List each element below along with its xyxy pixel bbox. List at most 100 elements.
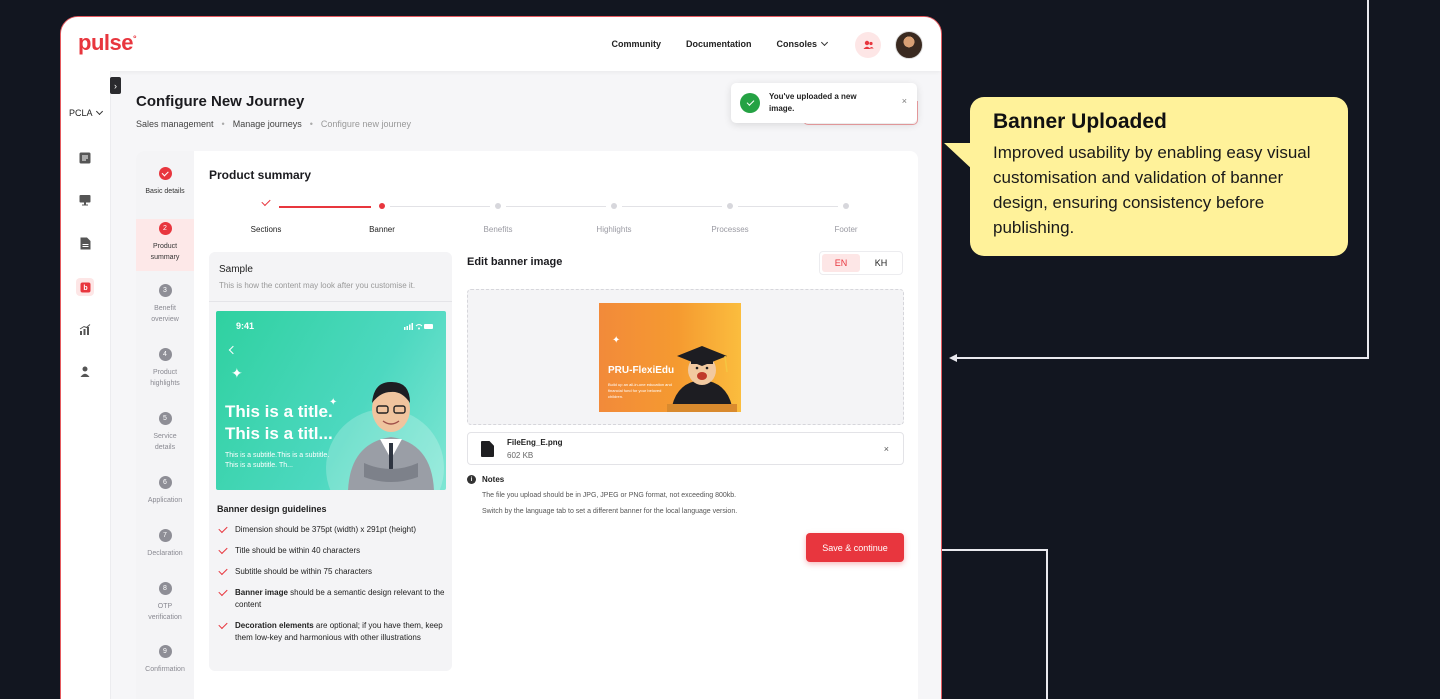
stepper-dot: [843, 203, 849, 209]
sample-title: Sample: [219, 264, 253, 275]
rail-collapse-toggle[interactable]: ›: [110, 77, 121, 94]
breadcrumb-separator: •: [221, 119, 225, 129]
note-line: The file you upload should be in JPG, JP…: [482, 492, 737, 499]
guidelines-title: Banner design guidelines: [217, 504, 327, 514]
step-item[interactable]: 3 Benefit overview: [136, 284, 194, 325]
banner-brand-text: PRU-FlexiEdu: [608, 365, 675, 376]
breadcrumb-current: Configure new journey: [320, 119, 411, 129]
guideline-item: Subtitle should be within 75 characters: [217, 566, 445, 578]
step-item[interactable]: 8 OTP verification: [136, 582, 194, 623]
step-number: 3: [158, 284, 172, 297]
pulse-logo[interactable]: pulse°: [78, 30, 137, 56]
monitor-icon[interactable]: [78, 193, 92, 207]
blog-icon[interactable]: b: [76, 278, 94, 296]
breadcrumb: Sales management • Manage journeys • Con…: [136, 119, 411, 129]
language-tabs: EN KH: [819, 251, 903, 275]
file-name: FileEng_E.png: [507, 438, 563, 447]
guideline-text: Subtitle should be within 75 characters: [235, 567, 372, 576]
substep-benefits[interactable]: Benefits: [458, 225, 538, 234]
upload-toast: You've uploaded a new image. ×: [731, 83, 917, 123]
org-selector[interactable]: PCLA: [69, 107, 103, 118]
remove-file-button[interactable]: ×: [884, 444, 889, 454]
check-icon: [261, 196, 271, 207]
editor-title: Edit banner image: [467, 256, 563, 268]
step-label: Benefit overview: [151, 305, 179, 323]
users-icon: [863, 40, 874, 49]
breadcrumb-item[interactable]: Manage journeys: [233, 119, 302, 129]
avatar[interactable]: [895, 31, 923, 59]
stepper-line-done: [279, 206, 371, 208]
divider: [209, 301, 452, 302]
step-item[interactable]: 4 Product highlights: [136, 348, 194, 389]
stepper-line: [738, 206, 838, 207]
phone-time: 9:41: [236, 321, 255, 331]
vertical-stepper: Basic details 2 Product summary 3 Benefit ov…: [136, 151, 194, 699]
step-number: 2: [158, 222, 172, 235]
guideline-emphasis: Banner image: [235, 588, 288, 597]
list-icon[interactable]: [78, 151, 92, 165]
substep-footer[interactable]: Footer: [806, 225, 886, 234]
user-group-button[interactable]: [855, 32, 881, 58]
banner-dropzone[interactable]: ✦ PRU-FlexiEdu Build up an all-in-one ed…: [467, 289, 904, 425]
tab-en[interactable]: EN: [822, 254, 860, 272]
info-icon: i: [467, 475, 476, 484]
section-title: Product summary: [209, 168, 312, 182]
step-item[interactable]: 7 Declaration: [136, 529, 194, 559]
step-item[interactable]: 6 Application: [136, 476, 194, 506]
app-window: pulse° Community Documentation Consoles …: [60, 16, 942, 699]
step-item[interactable]: 5 Service details: [136, 412, 194, 453]
breadcrumb-item[interactable]: Sales management: [136, 119, 214, 129]
nav-documentation[interactable]: Documentation: [686, 39, 752, 49]
sparkle-icon: ✦: [231, 365, 243, 381]
phone-banner-title: This is a title. This is a titl...: [225, 402, 333, 443]
connector-arrowhead: [949, 354, 957, 362]
substep-sections[interactable]: Sections: [226, 225, 306, 234]
banner-copy-text: Build up an all-in-one education and fin…: [608, 382, 672, 399]
step-label: Confirmation: [145, 666, 185, 673]
signal-icon: [404, 323, 433, 330]
guideline-emphasis: Decoration elements: [235, 621, 314, 630]
step-number: 7: [158, 529, 172, 542]
person-icon[interactable]: [78, 364, 92, 378]
left-rail: PCLA b: [61, 71, 111, 699]
banner-image-preview: ✦ PRU-FlexiEdu Build up an all-in-one ed…: [599, 303, 741, 412]
substep-processes[interactable]: Processes: [690, 225, 770, 234]
step-label: Service details: [153, 433, 177, 451]
save-continue-button[interactable]: Save & continue: [806, 533, 904, 562]
toast-message: You've uploaded a new image.: [769, 92, 857, 113]
stepper-line: [390, 206, 490, 207]
stepper-dot: [495, 203, 501, 209]
top-bar: pulse° Community Documentation Consoles: [61, 17, 941, 71]
step-item[interactable]: 2 Product summary: [136, 219, 194, 271]
chevron-down-icon: [820, 38, 829, 47]
file-size: 602 KB: [507, 451, 534, 460]
document-icon[interactable]: [78, 236, 92, 250]
step-number: 6: [158, 476, 172, 489]
back-arrow-icon: [228, 345, 238, 355]
step-label: Product summary: [150, 243, 180, 261]
tab-kh[interactable]: KH: [862, 254, 900, 272]
chart-icon[interactable]: [78, 322, 92, 336]
step-number: 8: [158, 582, 172, 595]
step-number: 5: [158, 412, 172, 425]
annotation-callout: Banner Uploaded Improved usability by en…: [970, 97, 1348, 256]
substep-banner[interactable]: Banner: [342, 225, 422, 234]
toast-close-button[interactable]: ×: [902, 96, 907, 106]
step-item[interactable]: Basic details: [136, 167, 194, 197]
nav-community[interactable]: Community: [611, 39, 661, 49]
stepper-dot: [727, 203, 733, 209]
graduate-child-illustration: [667, 346, 737, 412]
step-number: 9: [158, 645, 172, 658]
guideline-text: Dimension should be 375pt (width) x 291p…: [235, 525, 416, 534]
success-check-icon: [740, 93, 760, 113]
file-icon: [481, 441, 494, 457]
page-title: Configure New Journey: [136, 93, 305, 110]
guideline-item: Title should be within 40 characters: [217, 545, 445, 557]
guideline-item: Dimension should be 375pt (width) x 291p…: [217, 524, 445, 536]
sample-preview-panel: Sample This is how the content may look …: [209, 252, 452, 671]
nav-consoles[interactable]: Consoles: [776, 38, 829, 49]
svg-text:b: b: [83, 285, 87, 292]
chevron-down-icon: [95, 107, 103, 116]
step-item[interactable]: 9 Confirmation: [136, 645, 194, 675]
substep-highlights[interactable]: Highlights: [574, 225, 654, 234]
